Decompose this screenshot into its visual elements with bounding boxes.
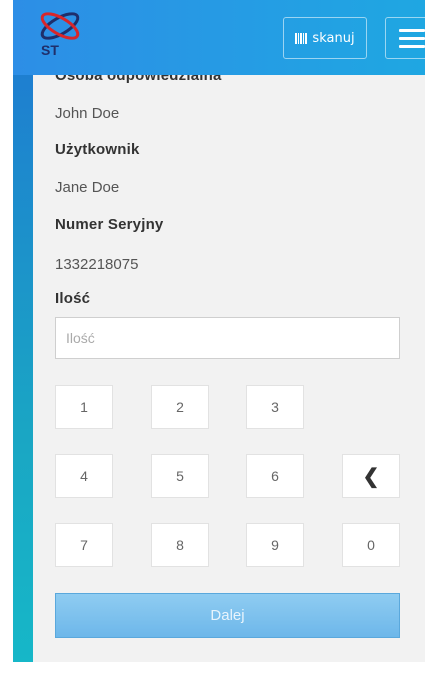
keypad-backspace-button[interactable]: ❮ — [342, 454, 400, 498]
keypad-key-1[interactable]: 1 — [55, 385, 113, 429]
keypad-key-0[interactable]: 0 — [342, 523, 400, 567]
keypad-key-7[interactable]: 7 — [55, 523, 113, 567]
user-label: Użytkownik — [55, 141, 140, 158]
hamburger-icon-bar — [398, 36, 425, 40]
keypad-key-3[interactable]: 3 — [246, 385, 304, 429]
responsible-value: John Doe — [55, 105, 120, 122]
user-value: Jane Doe — [55, 179, 120, 196]
keypad-key-5[interactable]: 5 — [151, 454, 209, 498]
logo-text: ST — [41, 42, 59, 58]
frame-left-edge — [13, 75, 33, 675]
keypad-key-4[interactable]: 4 — [55, 454, 113, 498]
keypad-key-2[interactable]: 2 — [151, 385, 209, 429]
barcode-icon — [295, 32, 308, 44]
hamburger-icon-bar — [398, 28, 425, 32]
form-panel: Osoba odpowiedzialna John Doe Użytkownik… — [33, 75, 425, 662]
hamburger-icon-bar — [398, 44, 425, 48]
next-button[interactable]: Dalej — [55, 593, 400, 638]
hamburger-menu-button[interactable] — [385, 17, 425, 59]
quantity-input[interactable] — [55, 317, 400, 359]
keypad-key-6[interactable]: 6 — [246, 454, 304, 498]
app-header: ST skanuj — [13, 0, 425, 75]
serial-number-label: Numer Seryjny — [55, 216, 164, 233]
chevron-left-icon: ❮ — [362, 465, 380, 488]
serial-number-value: 1332218075 — [55, 256, 139, 273]
quantity-label: Ilość — [55, 290, 91, 307]
keypad-key-9[interactable]: 9 — [246, 523, 304, 567]
logo-icon: ST — [40, 12, 80, 58]
keypad-key-8[interactable]: 8 — [151, 523, 209, 567]
scan-button-label: skanuj — [312, 30, 355, 46]
responsible-label: Osoba odpowiedzialna — [55, 75, 222, 84]
frame-bottom — [13, 662, 425, 675]
logo[interactable]: ST — [35, 8, 85, 58]
scan-button[interactable]: skanuj — [283, 17, 367, 59]
